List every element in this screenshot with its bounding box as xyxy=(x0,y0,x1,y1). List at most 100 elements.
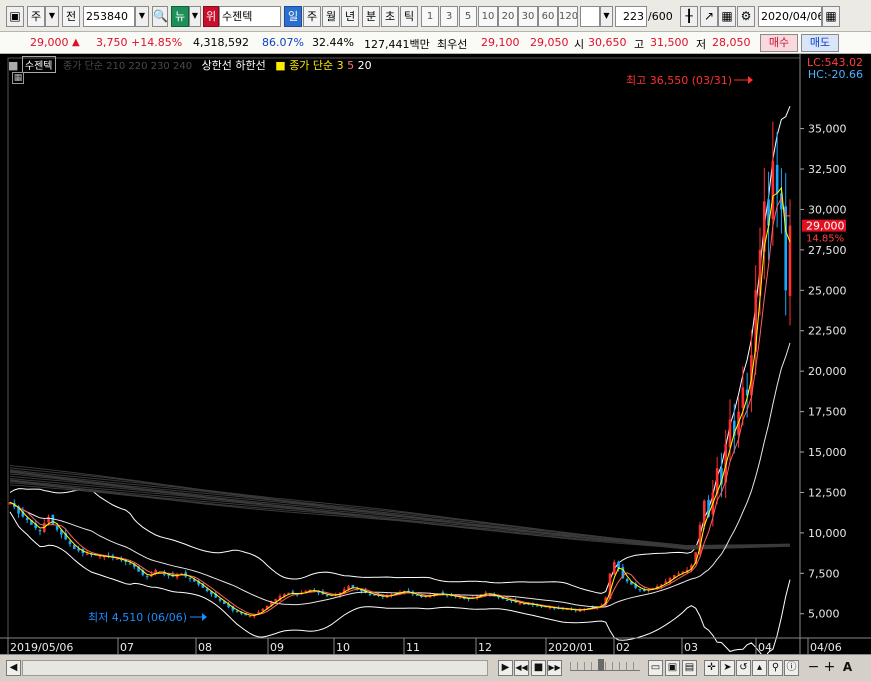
lower-band xyxy=(9,511,791,654)
price-change-pct: +14.85% xyxy=(131,36,183,49)
interval-1-button[interactable]: 1 xyxy=(421,6,439,27)
scroll-track[interactable] xyxy=(22,660,488,676)
chart-canvas[interactable]: 35,00032,50030,00027,50025,00022,50020,0… xyxy=(0,54,871,654)
interval-60-button[interactable]: 60 xyxy=(538,6,558,27)
settings-icon[interactable]: ⚙ xyxy=(737,6,755,27)
tag-badge: 위 xyxy=(203,6,219,27)
period-year-button[interactable]: 년 xyxy=(341,6,359,27)
legend-stock-name[interactable]: 수젠텍 xyxy=(21,56,56,73)
y-tick-label: 20,000 xyxy=(808,365,847,378)
search-icon[interactable]: 🔍 xyxy=(152,6,168,27)
interval-20-button[interactable]: 20 xyxy=(498,6,518,27)
auto-scale-button[interactable]: A xyxy=(840,660,855,676)
zoom-in-button[interactable]: + xyxy=(822,660,837,676)
candle-body xyxy=(788,225,792,296)
candle-body xyxy=(771,160,775,220)
candle-body xyxy=(188,577,192,579)
ratio-1: 86.07% xyxy=(262,36,304,49)
open-price: 30,650 xyxy=(588,36,627,49)
trade-amount: 127,441백만 xyxy=(364,38,430,51)
crosshair-icon[interactable]: ✛ xyxy=(704,660,719,676)
sell-button[interactable]: 매도 xyxy=(801,34,839,52)
period-week-button[interactable]: 주 xyxy=(303,6,321,27)
bar-count-input[interactable]: 223 xyxy=(615,6,647,27)
zoom-slider-thumb[interactable] xyxy=(598,659,604,671)
short-moving-averages xyxy=(9,186,791,616)
grid-toggle-icon[interactable]: ▦ xyxy=(12,72,24,84)
interval-3-button[interactable]: 3 xyxy=(440,6,458,27)
x-tick-label: 07 xyxy=(120,641,134,654)
zoom-slider[interactable] xyxy=(570,659,640,671)
news-button[interactable]: 뉴 xyxy=(171,6,189,27)
stock-code-input[interactable]: 253840 xyxy=(83,6,135,27)
period-day-button[interactable]: 일 xyxy=(284,6,302,27)
price-chart[interactable]: 35,000 32,500 30,000 27,500 25,000 22,500 20,0… xyxy=(0,54,871,654)
candle-body xyxy=(505,599,509,601)
reset-icon[interactable]: ↺ xyxy=(736,660,751,676)
interval-120-button[interactable]: 120 xyxy=(558,6,578,27)
info-icon[interactable]: ⓘ xyxy=(784,660,799,676)
candle-body xyxy=(638,589,642,591)
buy-button[interactable]: 매수 xyxy=(760,34,798,52)
y-tick-label: 27,500 xyxy=(808,244,847,257)
period-tick-button[interactable]: 틱 xyxy=(400,6,418,27)
calendar-icon[interactable]: ▦ xyxy=(822,6,840,27)
legend-short-ma-label: 종가 단순 xyxy=(289,59,334,72)
interval-30-button[interactable]: 30 xyxy=(518,6,538,27)
print-icon[interactable]: ▤ xyxy=(682,660,697,676)
chevron-down-icon[interactable]: ▼ xyxy=(45,6,59,27)
x-tick-label: 11 xyxy=(406,641,420,654)
scroll-right-button[interactable]: ▶ xyxy=(498,660,513,676)
high-price: 31,500 xyxy=(650,36,689,49)
draw-line-icon[interactable]: ↗ xyxy=(700,6,718,27)
period-month-button[interactable]: 월 xyxy=(322,6,340,27)
search-zoom-icon[interactable]: ⚲ xyxy=(768,660,783,676)
first-button[interactable]: ◀◀ xyxy=(514,660,529,676)
candle-body xyxy=(775,164,779,194)
quote-bar: 29,000 ▲ 3,750 +14.85% 4,318,592 86.07% … xyxy=(0,32,871,54)
volume: 4,318,592 xyxy=(193,36,249,49)
image-icon[interactable]: ▣ xyxy=(665,660,680,676)
chart-legend: ■ 수젠텍 종가 단순 210 220 230 240 상한선 하한선 ■ 종가… xyxy=(8,56,372,73)
save-icon[interactable]: ▦ xyxy=(718,6,736,27)
candle-body xyxy=(248,616,252,618)
candle-body xyxy=(728,419,732,448)
interval-dropdown-icon[interactable]: ▼ xyxy=(600,6,613,27)
toolbar: ▣ 주 ▼ 전 253840 ▼ 🔍 뉴 ▼ 위 수젠텍 일 주 월 년 분 초… xyxy=(0,0,871,32)
pointer-icon[interactable]: ➤ xyxy=(720,660,735,676)
collapse-icon[interactable]: ▴ xyxy=(752,660,767,676)
zoom-out-button[interactable]: − xyxy=(806,660,821,676)
interval-5-button[interactable]: 5 xyxy=(459,6,477,27)
scroll-left-button[interactable]: ◀ xyxy=(6,660,21,676)
candle-body xyxy=(115,558,119,560)
candle-body xyxy=(415,595,419,597)
window-icon[interactable]: ▣ xyxy=(6,6,24,27)
x-tick-label: 2020/01 xyxy=(548,641,594,654)
stop-button[interactable]: ■ xyxy=(531,660,546,676)
candle-body xyxy=(85,553,89,555)
y-tick-label: 5,000 xyxy=(808,608,840,621)
candle-type-icon[interactable]: ╂ xyxy=(680,6,698,27)
period-min-button[interactable]: 분 xyxy=(362,6,380,27)
market-flag-button[interactable]: 전 xyxy=(62,6,80,27)
candle-body xyxy=(68,541,72,545)
candle-body xyxy=(98,556,102,558)
last-button[interactable]: ▶▶ xyxy=(547,660,562,676)
news-dropdown-icon[interactable]: ▼ xyxy=(189,6,201,27)
period-sec-button[interactable]: 초 xyxy=(381,6,399,27)
x-tick-label: 10 xyxy=(336,641,350,654)
date-input[interactable]: 2020/04/06 xyxy=(758,6,822,27)
high-arrow-head xyxy=(748,76,753,84)
bollinger-bands xyxy=(9,106,791,654)
x-tick-label: 04 xyxy=(758,641,772,654)
candle-body xyxy=(47,516,50,523)
legend-bullet-yellow: ■ xyxy=(275,59,286,72)
code-dropdown-icon[interactable]: ▼ xyxy=(135,6,149,27)
open-label: 시 xyxy=(574,38,585,51)
chart-type-icon[interactable]: ▭ xyxy=(648,660,663,676)
interval-10-button[interactable]: 10 xyxy=(478,6,498,27)
market-type-button[interactable]: 주 xyxy=(27,6,45,27)
stock-name-field[interactable]: 수젠텍 xyxy=(219,6,281,27)
ma5-line xyxy=(9,196,790,615)
custom-interval-input[interactable] xyxy=(580,6,600,27)
